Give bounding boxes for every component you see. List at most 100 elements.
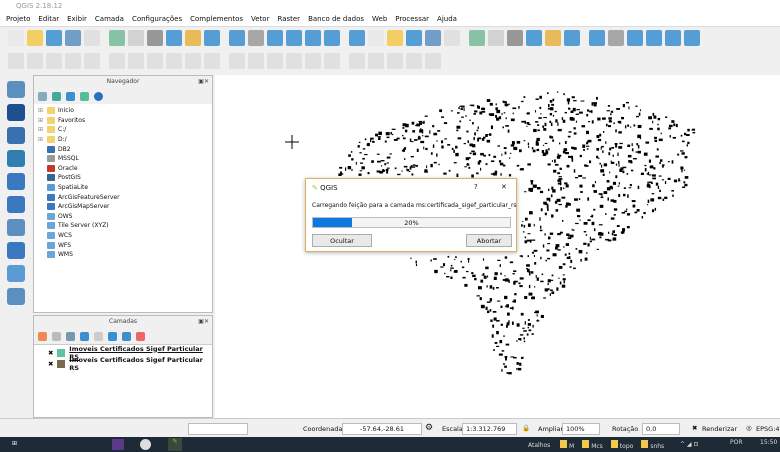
add-icon[interactable] [38, 91, 47, 101]
navigator-item[interactable]: DB2 [34, 144, 212, 154]
toolbar-tool-icon[interactable] [267, 30, 283, 46]
add-layer-icon[interactable] [6, 150, 25, 167]
navigator-item[interactable]: PostGIS [34, 173, 212, 183]
toolbar-tool-icon[interactable] [185, 53, 201, 69]
toolbar-tool-icon[interactable] [488, 30, 504, 46]
menu-3[interactable]: Camada [95, 15, 124, 26]
filter-icon[interactable] [80, 331, 89, 341]
taskbar-folder[interactable]: snhs [641, 440, 664, 450]
add-layer-icon[interactable] [6, 127, 25, 144]
crs-label[interactable]: EPSG:4 [756, 425, 780, 433]
clock[interactable]: 15:50 [760, 439, 777, 446]
toolbar-tool-icon[interactable] [324, 30, 340, 46]
toolbar-tool-icon[interactable] [84, 30, 100, 46]
toolbar-tool-icon[interactable] [27, 53, 43, 69]
expand-icon[interactable]: ⊞ [38, 136, 44, 143]
toolbar-tool-icon[interactable] [425, 30, 441, 46]
toolbar-tool-icon[interactable] [665, 30, 681, 46]
remove-layer-icon[interactable] [136, 331, 145, 341]
toolbar-tool-icon[interactable] [368, 30, 384, 46]
toolbar-tool-icon[interactable] [387, 30, 403, 46]
scale-field[interactable]: 1:3.312.769 [462, 423, 517, 435]
navigator-item[interactable]: SpatiaLite [34, 183, 212, 193]
collapse-icon[interactable] [80, 91, 89, 101]
menu-7[interactable]: Raster [277, 15, 300, 26]
menu-9[interactable]: Web [372, 15, 387, 26]
toolbar-tool-icon[interactable] [109, 30, 125, 46]
toolbar-tool-icon[interactable] [526, 30, 542, 46]
toolbar-tool-icon[interactable] [65, 30, 81, 46]
add-layer-icon[interactable] [6, 173, 25, 190]
navigator-item[interactable]: ⊞ C:/ [34, 125, 212, 135]
menu-0[interactable]: Projeto [6, 15, 30, 26]
expand-icon[interactable]: ⊞ [38, 126, 44, 133]
toolbar-tool-icon[interactable] [128, 30, 144, 46]
navigator-item[interactable]: WCS [34, 231, 212, 241]
taskbar-folder[interactable]: Mcs [582, 440, 603, 450]
windows-start-icon[interactable]: ⊞ [12, 440, 17, 447]
toolbar-tool-icon[interactable] [684, 30, 700, 46]
panel-float-close-buttons[interactable]: ▣✕ [198, 78, 209, 85]
toolbar-tool-icon[interactable] [627, 30, 643, 46]
toolbar-tool-icon[interactable] [46, 30, 62, 46]
toolbar-tool-icon[interactable] [147, 53, 163, 69]
toolbar-tool-icon[interactable] [229, 30, 245, 46]
menu-8[interactable]: Banco de dados [308, 15, 364, 26]
toolbar-tool-icon[interactable] [286, 53, 302, 69]
language-indicator[interactable]: POR [730, 439, 743, 446]
style-icon[interactable] [38, 331, 47, 341]
layer-item[interactable]: ✖ Imoveis Certificados Sigef Particular R… [34, 356, 212, 372]
toolbar-tool-icon[interactable] [305, 53, 321, 69]
visibility-icon[interactable] [66, 331, 75, 341]
coordinate-toggle-icon[interactable]: ⚙ [425, 423, 433, 433]
refresh-icon[interactable] [52, 91, 61, 101]
hide-button[interactable]: Ocultar [312, 234, 372, 247]
menu-2[interactable]: Exibir [67, 15, 87, 26]
navigator-item[interactable]: ⊞ Favoritos [34, 116, 212, 126]
toolbar-tool-icon[interactable] [109, 53, 125, 69]
toolbar-tool-icon[interactable] [286, 30, 302, 46]
menu-1[interactable]: Editar [38, 15, 59, 26]
onenote-icon[interactable] [112, 439, 124, 450]
menu-4[interactable]: Configurações [132, 15, 182, 26]
toolbar-tool-icon[interactable] [589, 30, 605, 46]
lock-icon[interactable]: 🔒 [522, 424, 530, 432]
taskbar-folder[interactable]: topo [610, 440, 633, 450]
toolbar-tool-icon[interactable] [128, 53, 144, 69]
toolbar-tool-icon[interactable] [608, 30, 624, 46]
toolbar-tool-icon[interactable] [545, 30, 561, 46]
add-layer-icon[interactable] [6, 196, 25, 213]
toolbar-tool-icon[interactable] [147, 30, 163, 46]
expand-icon[interactable]: ⊞ [38, 107, 44, 114]
toolbar-tool-icon[interactable] [8, 30, 24, 46]
toolbar-tool-icon[interactable] [248, 53, 264, 69]
navigator-item[interactable]: ⊞ D:/ [34, 135, 212, 145]
collapse-icon[interactable] [122, 331, 131, 341]
navigator-item[interactable]: ⊞ Início [34, 106, 212, 116]
toolbar-tool-icon[interactable] [349, 30, 365, 46]
toolbar-tool-icon[interactable] [27, 30, 43, 46]
add-layer-icon[interactable] [6, 242, 25, 259]
toolbar-tool-icon[interactable] [444, 30, 460, 46]
crs-icon[interactable]: ◎ [746, 424, 752, 432]
zoom-field[interactable]: 100% [562, 423, 600, 435]
toolbar-tool-icon[interactable] [646, 30, 662, 46]
help-button[interactable]: ? [474, 183, 478, 191]
toolbar-tool-icon[interactable] [387, 53, 403, 69]
toolbar-tool-icon[interactable] [349, 53, 365, 69]
expand-icon[interactable]: ⊞ [38, 117, 44, 124]
navigator-item[interactable]: MSSQL [34, 154, 212, 164]
toolbar-tool-icon[interactable] [185, 30, 201, 46]
qgis-taskbar-icon[interactable]: ✎ [168, 438, 182, 451]
toolbar-tool-icon[interactable] [8, 53, 24, 69]
toolbar-tool-icon[interactable] [305, 30, 321, 46]
menu-5[interactable]: Complementos [190, 15, 243, 26]
navigator-item[interactable]: Tile Server (XYZ) [34, 221, 212, 231]
add-layer-icon[interactable] [6, 81, 25, 98]
chrome-icon[interactable] [140, 439, 151, 450]
toolbar-tool-icon[interactable] [46, 53, 62, 69]
toolbar-tool-icon[interactable] [84, 53, 100, 69]
toolbar-tool-icon[interactable] [65, 53, 81, 69]
taskbar-folder[interactable]: M [560, 440, 574, 450]
filter-icon[interactable] [66, 91, 75, 101]
